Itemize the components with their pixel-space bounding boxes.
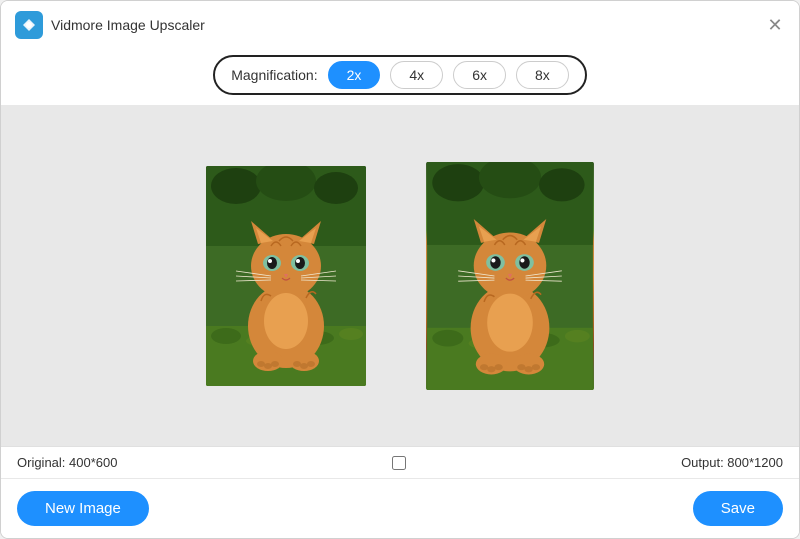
mag-8x-button[interactable]: 8x (516, 61, 569, 89)
new-image-button[interactable]: New Image (17, 491, 149, 526)
title-bar: Vidmore Image Upscaler ✕ (1, 1, 799, 47)
mag-4x-button[interactable]: 4x (390, 61, 443, 89)
status-bar: Original: 400*600 Output: 800*1200 (1, 446, 799, 478)
compare-checkbox[interactable] (392, 456, 406, 470)
mag-2x-button[interactable]: 2x (328, 61, 381, 89)
original-dimensions: Original: 400*600 (17, 455, 117, 470)
output-image (426, 162, 594, 390)
image-area (1, 105, 799, 446)
magnification-label: Magnification: (231, 67, 317, 83)
bottom-bar: New Image Save (1, 478, 799, 538)
original-image-panel (206, 166, 366, 386)
magnification-oval: Magnification: 2x 4x 6x 8x (213, 55, 587, 95)
title-left: Vidmore Image Upscaler (15, 11, 205, 39)
app-title: Vidmore Image Upscaler (51, 17, 205, 33)
original-image (206, 166, 366, 386)
output-dimensions: Output: 800*1200 (681, 455, 783, 470)
magnification-bar: Magnification: 2x 4x 6x 8x (1, 47, 799, 105)
output-image-panel (426, 162, 594, 390)
save-button[interactable]: Save (693, 491, 783, 526)
close-button[interactable]: ✕ (765, 15, 785, 35)
app-window: Vidmore Image Upscaler ✕ Magnification: … (0, 0, 800, 539)
app-icon (15, 11, 43, 39)
mag-6x-button[interactable]: 6x (453, 61, 506, 89)
